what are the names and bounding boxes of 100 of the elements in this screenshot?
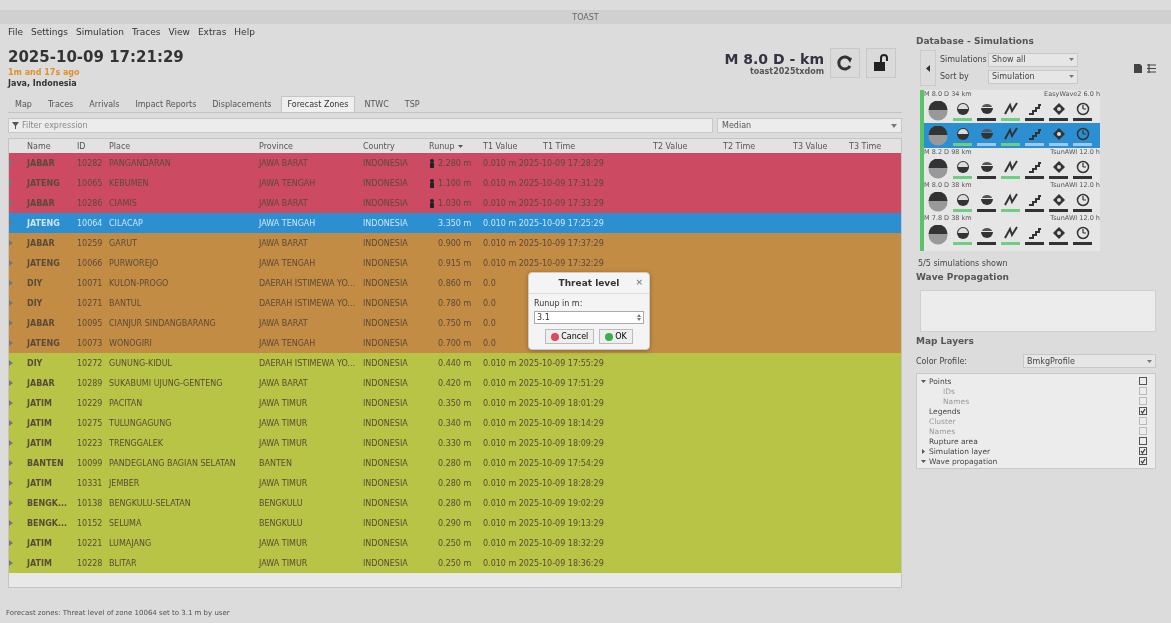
diamond-icon xyxy=(1051,192,1066,207)
tab[interactable]: Arrivals xyxy=(82,96,127,112)
tab[interactable]: Impact Reports xyxy=(128,96,204,112)
menu-item[interactable]: Settings xyxy=(31,27,68,37)
expand-arrow-icon[interactable] xyxy=(9,359,13,366)
tab[interactable]: NTWC xyxy=(357,96,396,112)
column-header[interactable]: Country xyxy=(363,141,429,151)
column-header[interactable]: T2 Time xyxy=(723,141,793,151)
table-row[interactable]: BENGK... 10138 BENGKULU-SELATAN BENGKULU INDONESIA 0.280 m 0.010 m 2025-10-09 19:02:29 xyxy=(9,493,901,513)
menu-item[interactable]: Help xyxy=(234,27,255,37)
expanded-caret-icon[interactable] xyxy=(921,378,926,384)
tab[interactable]: Traces xyxy=(40,96,81,112)
expand-arrow-icon[interactable] xyxy=(9,259,13,266)
expand-arrow-icon[interactable] xyxy=(9,519,13,526)
checkbox[interactable] xyxy=(1139,447,1147,455)
column-header[interactable]: Runup xyxy=(429,141,455,151)
table-row[interactable]: JATIM 10229 PACITAN JAWA TIMUR INDONESIA 0.350 m 0.010 m 2025-10-09 18:01:29 xyxy=(9,393,901,413)
event-time: 2025-10-09 17:21:29 xyxy=(8,48,184,66)
diamond-icon xyxy=(1051,159,1066,174)
table-cell-text: BENGKULU-SELATAN xyxy=(109,498,192,508)
column-header[interactable]: T1 Value xyxy=(483,141,543,151)
event-region: Java, Indonesia xyxy=(8,79,78,88)
expand-arrow-icon[interactable] xyxy=(9,459,13,466)
list-view-icon[interactable] xyxy=(1147,63,1156,73)
column-header[interactable]: Province xyxy=(259,141,363,151)
close-button[interactable]: × xyxy=(635,277,643,287)
lock-button[interactable] xyxy=(866,48,896,78)
table-row[interactable]: BENGK... 10152 SELUMA BENGKULU INDONESIA 0.290 m 0.010 m 2025-10-09 19:13:29 xyxy=(9,513,901,533)
table-cell-text: INDONESIA xyxy=(363,198,409,208)
checkbox[interactable] xyxy=(1139,457,1147,465)
table-row[interactable]: JATIM 10223 TRENGGALEK JAWA TIMUR INDONESIA 0.330 m 0.010 m 2025-10-09 18:09:29 xyxy=(9,433,901,453)
column-header[interactable]: T3 Value xyxy=(793,141,849,151)
menu-item[interactable]: File xyxy=(8,27,24,37)
expand-arrow-icon[interactable] xyxy=(9,339,13,346)
table-row[interactable]: JATIM 10221 LUMAJANG JAWA TIMUR INDONESIA 0.250 m 0.010 m 2025-10-09 18:32:29 xyxy=(9,533,901,553)
field-label: Runup in m: xyxy=(534,299,583,308)
simulation-card[interactable] xyxy=(924,123,1100,148)
table-row[interactable]: JABAR 10289 SUKABUMI UJUNG-GENTENG JAWA BARAT INDONESIA 0.420 m 0.010 m 2025-10-09 17:51:29 xyxy=(9,373,901,393)
runup-field[interactable]: 3.1 xyxy=(534,311,644,324)
tab[interactable]: Displacements xyxy=(205,96,279,112)
expand-arrow-icon[interactable] xyxy=(9,479,13,486)
expand-arrow-icon[interactable] xyxy=(9,499,13,506)
table-cell-text: INDONESIA xyxy=(363,398,409,408)
expand-arrow-icon[interactable] xyxy=(9,279,13,286)
checkbox[interactable] xyxy=(1139,407,1147,415)
table-cell-text: JAWA TIMUR xyxy=(259,438,309,448)
globe-icon xyxy=(928,126,948,146)
gauge-icon xyxy=(955,192,970,207)
expand-arrow-icon[interactable] xyxy=(9,559,13,566)
color-profile-dropdown[interactable]: BmkgProfile xyxy=(1023,354,1156,368)
tab[interactable]: Forecast Zones xyxy=(280,96,356,112)
table-cell-text: BENGK... xyxy=(27,518,69,528)
tab[interactable]: TSP xyxy=(397,96,427,112)
back-button[interactable] xyxy=(920,50,936,86)
table-cell-text: JAWA BARAT xyxy=(259,198,309,208)
expanded-caret-icon[interactable] xyxy=(921,458,926,464)
table-row[interactable]: JATIM 10275 TULUNGAGUNG JAWA TIMUR INDONESIA 0.340 m 0.010 m 2025-10-09 18:14:29 xyxy=(9,413,901,433)
statistic-dropdown[interactable]: Median xyxy=(717,118,902,133)
column-header[interactable]: Place xyxy=(109,141,259,151)
filter-field[interactable]: Filter expression xyxy=(8,118,713,133)
reload-button[interactable] xyxy=(830,48,860,78)
expand-arrow-icon[interactable] xyxy=(9,399,13,406)
table-cell: 0.010 m 2025-10-09 19:02:29 xyxy=(483,498,604,508)
check-icon xyxy=(605,332,614,341)
column-header[interactable]: Name xyxy=(27,141,77,151)
expand-arrow-icon[interactable] xyxy=(9,219,13,226)
document-icon[interactable] xyxy=(1134,63,1142,73)
collapsed-caret-icon[interactable] xyxy=(921,448,926,454)
stairs-icon xyxy=(1027,159,1042,174)
tab[interactable]: Map xyxy=(8,96,39,112)
column-header[interactable]: T2 Value xyxy=(653,141,723,151)
menu-item[interactable]: Simulation xyxy=(76,27,124,37)
table-cell: 0.780 m xyxy=(438,298,472,308)
reload-icon xyxy=(836,54,854,72)
table-cell: 0.915 m xyxy=(438,258,472,268)
cancel-button[interactable]: Cancel xyxy=(545,329,595,344)
ok-button[interactable]: OK xyxy=(599,329,633,344)
table-row[interactable]: BANTEN 10099 PANDEGLANG BAGIAN SELATAN BANTEN INDONESIA 0.280 m 0.010 m 2025-10-09 17:54:29 xyxy=(9,453,901,473)
menu-item[interactable]: Extras xyxy=(197,27,227,37)
menu-item[interactable]: Traces xyxy=(131,27,161,37)
expand-arrow-icon[interactable] xyxy=(9,379,13,386)
menu-item[interactable]: View xyxy=(168,27,190,37)
expand-arrow-icon[interactable] xyxy=(9,239,13,246)
column-header[interactable]: T3 Time xyxy=(849,141,901,151)
expand-arrow-icon[interactable] xyxy=(9,299,13,306)
table-cell-text: 10066 xyxy=(77,258,104,268)
column-header[interactable]: T1 Time xyxy=(543,141,653,151)
expand-arrow-icon[interactable] xyxy=(9,319,13,326)
table-row[interactable]: JATIM 10228 BLITAR JAWA TIMUR INDONESIA 0.250 m 0.010 m 2025-10-09 18:36:29 xyxy=(9,553,901,573)
table-row[interactable]: JATIM 10331 JEMBER JAWA TIMUR INDONESIA 0.280 m 0.010 m 2025-10-09 18:28:29 xyxy=(9,473,901,493)
sort-dropdown[interactable]: Simulation xyxy=(988,69,1078,84)
table-row[interactable]: DIY 10272 GUNUNG-KIDUL DAERAH ISTIMEWA YO... INDONESIA 0.440 m 0.010 m 2025-10-09 17:55:29 xyxy=(9,353,901,373)
checkbox[interactable] xyxy=(1139,437,1147,445)
checkbox[interactable] xyxy=(1139,377,1147,385)
expand-arrow-icon[interactable] xyxy=(9,419,13,426)
expand-arrow-icon[interactable] xyxy=(9,439,13,446)
column-header[interactable]: ID xyxy=(77,141,109,151)
simulations-dropdown[interactable]: Show all xyxy=(988,52,1078,67)
table-cell-text: INDONESIA xyxy=(363,418,409,428)
expand-arrow-icon[interactable] xyxy=(9,539,13,546)
